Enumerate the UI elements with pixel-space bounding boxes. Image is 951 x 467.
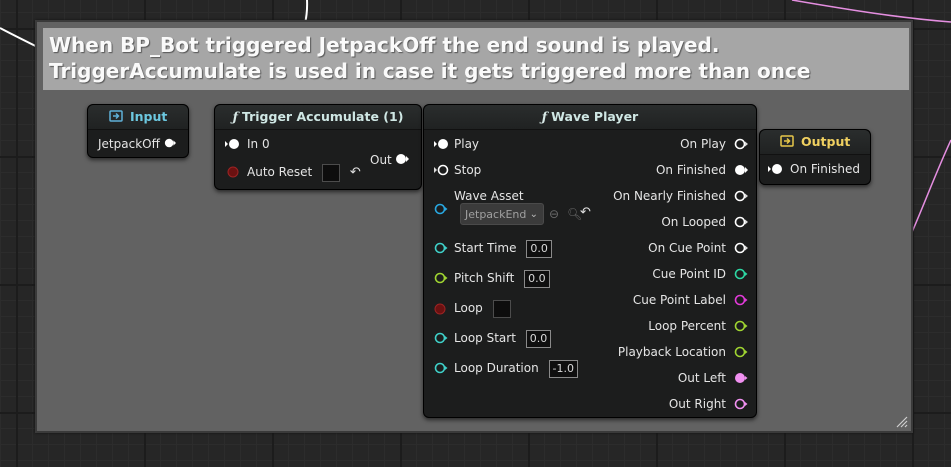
on-cue-point-output-pin[interactable] bbox=[734, 242, 748, 254]
auto-reset-label: Auto Reset bbox=[247, 165, 313, 179]
auto-reset-input-pin[interactable] bbox=[227, 166, 239, 178]
loop-start-label: Loop Start bbox=[454, 331, 516, 345]
loop-row: Loop bbox=[454, 299, 511, 318]
reset-to-default-icon[interactable]: ↶ bbox=[580, 205, 591, 220]
trigger-node-header[interactable]: ƒ Trigger Accumulate (1) bbox=[215, 105, 421, 130]
auto-reset-row: Auto Reset ↶ bbox=[247, 163, 361, 182]
function-icon: ƒ bbox=[541, 109, 548, 124]
comment-line-2: TriggerAccumulate is used in case it get… bbox=[49, 59, 811, 83]
jetpackoff-output-pin[interactable] bbox=[164, 137, 176, 149]
on-looped-output-pin[interactable] bbox=[734, 216, 748, 228]
out-label: Out bbox=[370, 153, 392, 167]
loop-start-input-pin[interactable] bbox=[434, 332, 448, 344]
out-right-label: Out Right bbox=[668, 397, 726, 411]
wave-asset-value: JetpackEnd bbox=[465, 208, 527, 221]
start-time-input-pin[interactable] bbox=[434, 242, 448, 254]
pitch-shift-input-pin[interactable] bbox=[434, 272, 448, 284]
out-left-output-pin[interactable] bbox=[734, 372, 748, 384]
wave-player-title: Wave Player bbox=[551, 109, 639, 124]
wire-top-right-pink bbox=[791, 0, 951, 23]
on-finished-output-pin[interactable] bbox=[734, 164, 748, 176]
on-play-label: On Play bbox=[680, 137, 726, 151]
loop-duration-label: Loop Duration bbox=[454, 361, 539, 375]
loop-input-pin[interactable] bbox=[434, 303, 446, 315]
trigger-accumulate-node[interactable]: ƒ Trigger Accumulate (1) In 0 Auto Reset … bbox=[214, 104, 422, 190]
loop-percent-label: Loop Percent bbox=[648, 319, 726, 333]
on-nearly-finished-label: On Nearly Finished bbox=[613, 189, 726, 203]
playback-location-label: Playback Location bbox=[617, 345, 726, 359]
wave-player-node[interactable]: ƒ Wave Player Play Stop Wave Asset Jetpac… bbox=[423, 104, 757, 418]
output-on-finished-label: On Finished bbox=[790, 162, 861, 176]
input-node[interactable]: Input JetpackOff bbox=[87, 104, 189, 158]
input-node-title: Input bbox=[129, 109, 168, 124]
out-right-output-pin[interactable] bbox=[734, 398, 748, 410]
input-node-header[interactable]: Input bbox=[88, 105, 188, 130]
resize-grip-icon[interactable] bbox=[896, 416, 908, 428]
loop-duration-field[interactable]: -1.0 bbox=[548, 359, 579, 378]
loop-start-row: Loop Start 0.0 bbox=[454, 329, 552, 348]
output-node-title: Output bbox=[801, 134, 851, 149]
loop-label: Loop bbox=[454, 301, 483, 315]
out-output-pin[interactable] bbox=[395, 153, 409, 165]
playback-location-output-pin[interactable] bbox=[734, 346, 748, 358]
use-selected-asset-icon[interactable]: ⊖ bbox=[549, 205, 559, 223]
in0-label: In 0 bbox=[247, 137, 270, 151]
loop-duration-input-pin[interactable] bbox=[434, 362, 448, 374]
pitch-shift-row: Pitch Shift 0.0 bbox=[454, 269, 550, 288]
start-time-field[interactable]: 0.0 bbox=[526, 239, 552, 258]
pitch-shift-label: Pitch Shift bbox=[454, 271, 515, 285]
output-node-header[interactable]: Output bbox=[760, 130, 870, 155]
input-icon bbox=[108, 110, 123, 122]
on-cue-point-label: On Cue Point bbox=[648, 241, 726, 255]
loop-start-field[interactable]: 0.0 bbox=[525, 329, 552, 348]
trigger-node-title: Trigger Accumulate (1) bbox=[241, 109, 404, 124]
comment-header[interactable]: When BP_Bot triggered JetpackOff the end… bbox=[43, 28, 909, 90]
on-nearly-finished-output-pin[interactable] bbox=[734, 190, 748, 202]
play-input-pin[interactable] bbox=[434, 138, 450, 150]
wave-player-header[interactable]: ƒ Wave Player bbox=[424, 105, 756, 130]
on-looped-label: On Looped bbox=[661, 215, 726, 229]
out-left-label: Out Left bbox=[677, 371, 726, 385]
reset-to-default-icon[interactable]: ↶ bbox=[350, 164, 361, 182]
chevron-down-icon: ⌄ bbox=[529, 209, 538, 220]
cue-point-id-output-pin[interactable] bbox=[734, 268, 748, 280]
output-node[interactable]: Output On Finished bbox=[759, 129, 871, 185]
stop-label: Stop bbox=[454, 163, 482, 177]
cue-point-id-label: Cue Point ID bbox=[652, 267, 726, 281]
loop-checkbox[interactable] bbox=[492, 299, 511, 318]
wave-asset-dropdown[interactable]: JetpackEnd ⌄ bbox=[460, 203, 544, 225]
output-icon bbox=[779, 135, 794, 147]
cue-point-label-label: Cue Point Label bbox=[632, 293, 726, 307]
play-label: Play bbox=[454, 137, 480, 151]
loop-duration-row: Loop Duration -1.0 bbox=[454, 359, 579, 378]
pitch-shift-field[interactable]: 0.0 bbox=[524, 269, 550, 288]
cue-point-label-output-pin[interactable] bbox=[734, 294, 748, 306]
start-time-row: Start Time 0.0 bbox=[454, 239, 552, 258]
stop-input-pin[interactable] bbox=[434, 164, 450, 176]
auto-reset-checkbox[interactable] bbox=[322, 163, 341, 182]
in0-input-pin[interactable] bbox=[225, 138, 241, 150]
start-time-label: Start Time bbox=[454, 241, 517, 255]
wave-asset-input-pin[interactable] bbox=[434, 203, 448, 215]
function-icon: ƒ bbox=[232, 109, 238, 124]
on-finished-input-pin[interactable] bbox=[768, 163, 784, 175]
on-finished-label: On Finished bbox=[655, 163, 726, 177]
loop-percent-output-pin[interactable] bbox=[734, 320, 748, 332]
jetpackoff-label: JetpackOff bbox=[98, 137, 160, 151]
comment-line-1: When BP_Bot triggered JetpackOff the end… bbox=[49, 33, 720, 57]
input-output-row: JetpackOff bbox=[98, 135, 160, 153]
on-play-output-pin[interactable] bbox=[734, 138, 748, 150]
